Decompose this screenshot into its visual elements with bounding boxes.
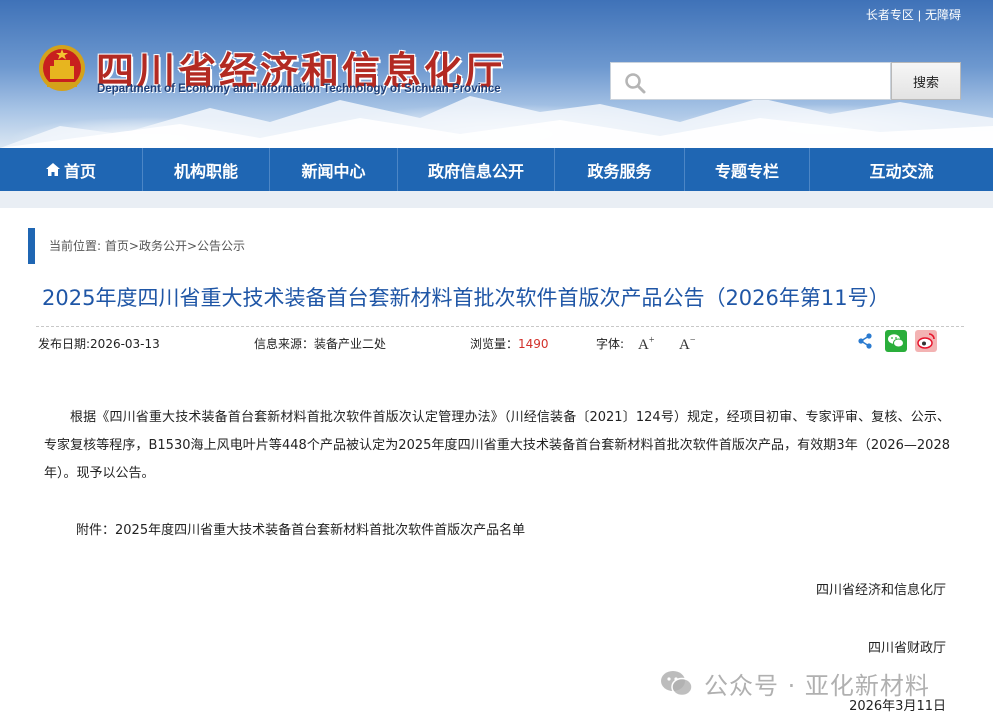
- breadcrumb-announcements[interactable]: 公告公示: [197, 239, 245, 253]
- main-nav: 首页 机构职能 新闻中心 政府信息公开 政务服务 专题专栏 互动交流: [0, 148, 993, 191]
- top-links: 长者专区 | 无障碍: [866, 6, 961, 23]
- breadcrumb-home[interactable]: 首页: [105, 239, 129, 253]
- watermark-text: 公众号 · 亚化新材料: [704, 672, 930, 700]
- nav-item-label: 专题专栏: [714, 161, 779, 181]
- font-decrease-letter: A: [679, 337, 690, 353]
- nav-item-label: 首页: [63, 161, 96, 181]
- publish-date: 发布日期:2026-03-13: [38, 337, 160, 351]
- font-increase-letter: A: [638, 337, 649, 353]
- nav-item-interaction[interactable]: 互动交流: [810, 148, 993, 191]
- nav-item-gov-info[interactable]: 政府信息公开: [398, 148, 555, 191]
- signature-econ-dept: 四川省经济和信息化厅: [815, 583, 946, 598]
- nav-item-home[interactable]: 首页: [0, 148, 143, 191]
- views-label: 浏览量：: [470, 337, 519, 351]
- article-meta: 发布日期:2026-03-13 信息来源：装备产业二处 浏览量：1490 字体:…: [36, 326, 964, 356]
- accessibility-link[interactable]: 无障碍: [925, 8, 961, 22]
- nav-item-gov-services[interactable]: 政务服务: [555, 148, 685, 191]
- elderly-zone-link[interactable]: 长者专区: [866, 8, 914, 22]
- font-increase-button[interactable]: A+: [638, 335, 654, 354]
- site-subtitle: Department of Economy and Information Te…: [97, 83, 501, 95]
- nav-item-news[interactable]: 新闻中心: [270, 148, 398, 191]
- search-input[interactable]: [655, 63, 885, 99]
- nav-item-label: 政务服务: [587, 161, 652, 181]
- views-count: 1490: [518, 337, 549, 351]
- nav-item-label: 新闻中心: [301, 161, 366, 181]
- breadcrumb: 当前位置: 首页>政务公开>公告公示: [28, 228, 245, 264]
- nav-item-label: 互动交流: [869, 161, 934, 181]
- nav-item-special-topics[interactable]: 专题专栏: [685, 148, 810, 191]
- search-icon: [625, 73, 646, 94]
- article-content: 当前位置: 首页>政务公开>公告公示 2025年度四川省重大技术装备首台套新材料…: [0, 208, 993, 722]
- top-links-separator: |: [917, 8, 921, 22]
- signature-finance-dept: 四川省财政厅: [867, 641, 946, 656]
- search-box: [610, 62, 891, 100]
- wechat-icon[interactable]: [885, 330, 907, 352]
- font-size-label: 字体:: [596, 337, 625, 351]
- breadcrumb-gov-affairs[interactable]: 政务公开: [139, 239, 187, 253]
- breadcrumb-separator: >: [186, 239, 198, 253]
- article-title: 2025年度四川省重大技术装备首台套新材料首批次软件首版次产品公告（2026年第…: [42, 286, 890, 310]
- header-banner: 长者专区 | 无障碍 四川省经济和信息化厅 Department of Econom…: [0, 0, 993, 148]
- weibo-icon[interactable]: [915, 330, 937, 352]
- nav-item-label: 政府信息公开: [427, 161, 524, 181]
- nav-item-organization[interactable]: 机构职能: [143, 148, 270, 191]
- attachment-text: 附件：2025年度四川省重大技术装备首台套新材料首批次软件首版次产品名单: [76, 523, 526, 538]
- font-decrease-button[interactable]: A−: [679, 335, 695, 354]
- breadcrumb-prefix: 当前位置:: [49, 239, 102, 253]
- wechat-watermark-icon: [661, 670, 693, 696]
- views-counter: 浏览量：1490: [470, 335, 549, 352]
- home-icon: [45, 163, 60, 176]
- article-body: 根据《四川省重大技术装备首台套新材料首批次软件首版次认定管理办法》（川经信装备〔…: [44, 410, 950, 481]
- share-icon[interactable]: [855, 331, 875, 351]
- info-source: 信息来源：装备产业二处: [254, 337, 387, 351]
- wechat-watermark: 公众号 · 亚化新材料: [660, 666, 930, 701]
- breadcrumb-separator: >: [128, 239, 139, 253]
- national-emblem-logo: [39, 45, 85, 91]
- search-button[interactable]: 搜索: [891, 62, 961, 100]
- nav-item-label: 机构职能: [173, 161, 238, 181]
